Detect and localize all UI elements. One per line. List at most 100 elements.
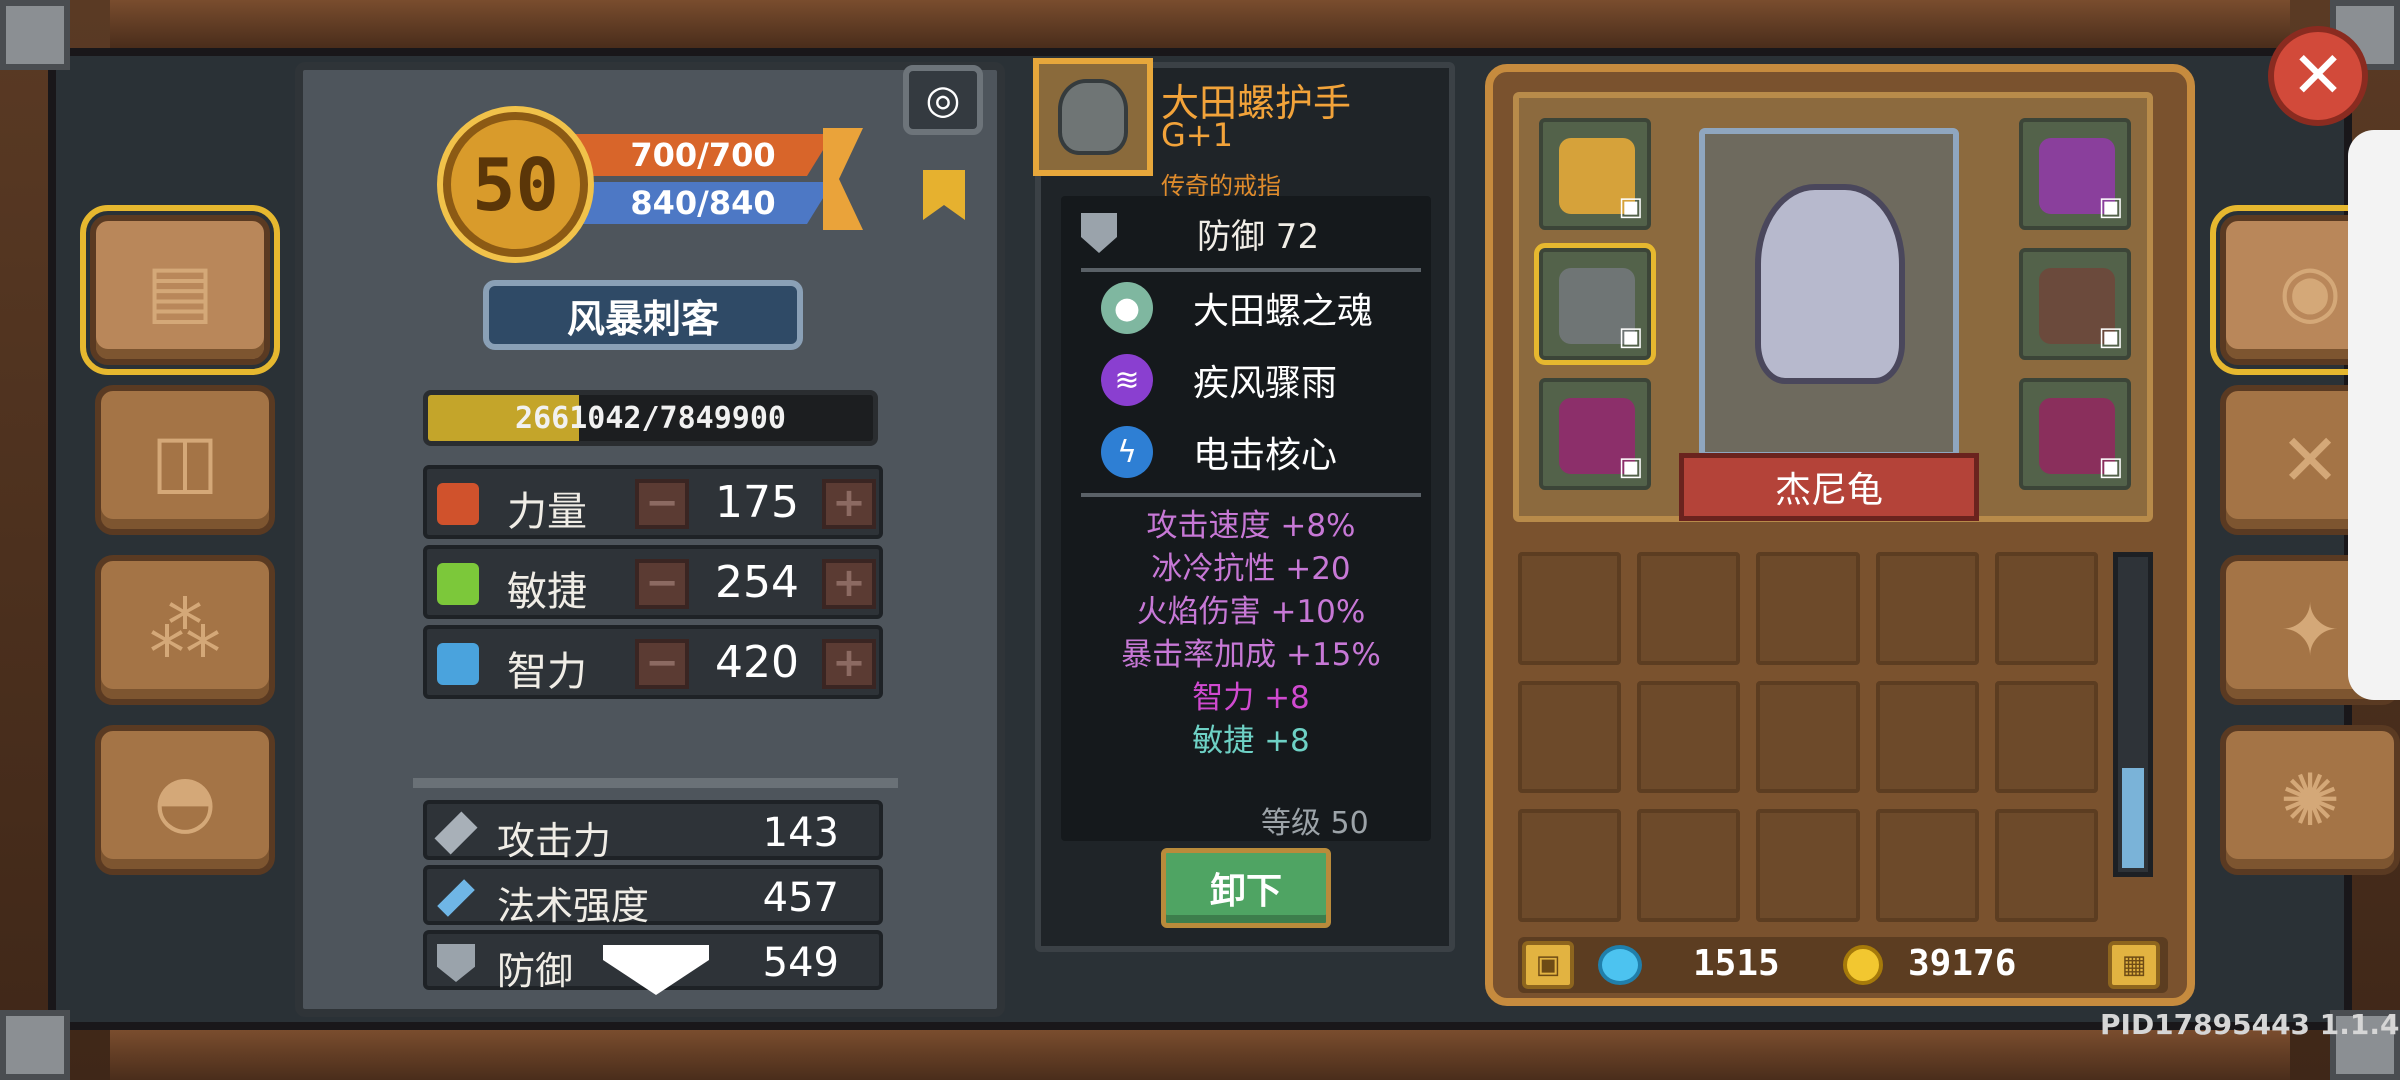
- class-name-plate: 风暴刺客: [483, 280, 803, 350]
- helmet-icon: ◓: [153, 758, 217, 842]
- item-bonus: 攻击速度 +8%: [1146, 508, 1356, 544]
- tab-inventory[interactable]: ◫: [95, 385, 275, 535]
- lock-icon: ▣: [1618, 192, 1643, 222]
- tornado-icon: ≋: [1101, 354, 1153, 406]
- item-perk: ϟ 电击核心: [1101, 422, 1421, 482]
- increase-agility-button[interactable]: +: [822, 559, 876, 609]
- lock-toggle-button[interactable]: ▣: [1522, 941, 1574, 989]
- attribute-label: 敏捷: [507, 569, 587, 615]
- gauntlet-slot[interactable]: ▣: [1534, 243, 1656, 365]
- lock-icon: ▣: [1618, 322, 1643, 352]
- inventory-slot[interactable]: [1637, 680, 1741, 794]
- inventory-slot[interactable]: [1756, 809, 1860, 922]
- shield-icon: [1081, 213, 1117, 253]
- item-bonus: 敏捷 +8: [1192, 723, 1310, 759]
- sort-button[interactable]: ▦: [2108, 941, 2160, 989]
- hp-value: 700/700: [630, 136, 776, 174]
- hero-name-ribbon: 杰尼龟: [1679, 453, 1979, 521]
- staff-icon: [437, 879, 475, 917]
- lock-icon: ▣: [1618, 452, 1643, 482]
- inventory-slot[interactable]: [1518, 809, 1622, 922]
- top-rail: [110, 0, 2290, 48]
- box-icon: ◫: [150, 418, 220, 502]
- gear-icon: ✺: [2279, 758, 2341, 842]
- boots-slot[interactable]: ▣: [1539, 378, 1651, 490]
- tab-helmet[interactable]: ◓: [95, 725, 275, 875]
- item-defense-text: 防御 72: [1197, 216, 1320, 257]
- increase-intellect-button[interactable]: +: [822, 639, 876, 689]
- tab-settings[interactable]: ✺: [2220, 725, 2400, 875]
- inventory-slot[interactable]: [1875, 809, 1979, 922]
- lock-icon: ▣: [2098, 452, 2123, 482]
- inventory-slot[interactable]: [1518, 552, 1622, 665]
- perk-label: 大田螺之魂: [1193, 291, 1374, 332]
- combat-row-spell-power: 法术强度 457: [423, 865, 883, 928]
- combat-value: 143: [762, 810, 839, 856]
- bookmark-icon[interactable]: [923, 170, 965, 220]
- compass-icon: ✦: [2279, 588, 2341, 672]
- hat-slot[interactable]: ▣: [2019, 118, 2131, 230]
- camera-button[interactable]: ◎: [903, 65, 983, 135]
- side-drawer-handle[interactable]: [2348, 130, 2400, 700]
- lightning-icon: ϟ: [1101, 426, 1153, 478]
- close-button[interactable]: ✕: [2268, 26, 2368, 126]
- unequip-button[interactable]: 卸下: [1161, 848, 1331, 928]
- hero-portrait: [1699, 128, 1959, 458]
- inventory-slot[interactable]: [1637, 552, 1741, 665]
- character-stats-panel: 700/700 840/840 50 ◎ 风暴刺客 2661042/784990…: [295, 62, 1005, 1017]
- frame-corner: [0, 0, 70, 70]
- item-bonus: 暴击率加成 +15%: [1121, 637, 1381, 673]
- inventory-scrollbar[interactable]: [2113, 552, 2153, 877]
- book-icon: ▤: [145, 248, 215, 332]
- decrease-agility-button[interactable]: −: [635, 559, 689, 609]
- combat-label: 法术强度: [497, 884, 650, 928]
- ring-slot[interactable]: ▣: [1539, 118, 1651, 230]
- decrease-intellect-button[interactable]: −: [635, 639, 689, 689]
- divider: [1081, 268, 1421, 272]
- currency-bar: ▣ 1515 39176 ▦: [1518, 937, 2168, 993]
- inventory-slot[interactable]: [1994, 680, 2098, 794]
- inventory-slot[interactable]: [1994, 552, 2098, 665]
- level-requirement: 等级 50: [1261, 806, 1369, 841]
- scroll-thumb[interactable]: [2122, 768, 2144, 868]
- camera-icon: ◎: [925, 77, 961, 123]
- sword-icon: [434, 811, 478, 855]
- combat-label: 防御: [497, 949, 574, 993]
- beads-icon: ⁂: [149, 588, 221, 672]
- mask-icon: ◉: [2278, 248, 2342, 332]
- hp-bar: 700/700: [573, 134, 833, 176]
- gem-count: 1515: [1693, 943, 1780, 984]
- lock-icon: ▣: [1535, 950, 1561, 980]
- item-perk: ● 大田螺之魂: [1101, 278, 1421, 338]
- level-badge: 50: [443, 112, 588, 257]
- inventory-slot[interactable]: [1875, 552, 1979, 665]
- combat-label: 攻击力: [497, 819, 612, 863]
- increase-strength-button[interactable]: +: [822, 479, 876, 529]
- equipment-loadout: ▣ ▣ ▣ 杰尼龟 ▣ ▣ ▣: [1513, 92, 2153, 522]
- gauntlet-icon: [1058, 79, 1128, 155]
- grid-icon: ▦: [2121, 950, 2147, 980]
- shield-icon: [437, 944, 475, 982]
- armor-slot[interactable]: ▣: [2019, 248, 2131, 360]
- equipment-panel: ▣ ▣ ▣ 杰尼龟 ▣ ▣ ▣ ▣ 1515 39176 ▦: [1485, 64, 2195, 1006]
- lock-icon: ▣: [2098, 192, 2123, 222]
- attribute-value: 175: [715, 477, 799, 528]
- attribute-label: 智力: [507, 649, 587, 695]
- swords-icon: ✕: [2279, 418, 2341, 502]
- item-grade: G+1: [1161, 116, 1233, 154]
- decrease-strength-button[interactable]: −: [635, 479, 689, 529]
- inventory-slot[interactable]: [1875, 680, 1979, 794]
- inventory-grid: [1518, 552, 2098, 922]
- attribute-value: 420: [715, 637, 799, 688]
- tab-skills[interactable]: ⁂: [95, 555, 275, 705]
- inventory-slot[interactable]: [1518, 680, 1622, 794]
- inventory-slot[interactable]: [1756, 680, 1860, 794]
- combat-row-attack: 攻击力 143: [423, 800, 883, 863]
- tab-journal[interactable]: ▤: [80, 205, 280, 375]
- inventory-slot[interactable]: [1637, 809, 1741, 922]
- inventory-slot[interactable]: [1994, 809, 2098, 922]
- player-id-version: PID17895443 1.1.4: [2100, 1008, 2400, 1041]
- staff-slot[interactable]: ▣: [2019, 378, 2131, 490]
- inventory-slot[interactable]: [1756, 552, 1860, 665]
- xp-text: 2661042/7849900: [515, 400, 786, 436]
